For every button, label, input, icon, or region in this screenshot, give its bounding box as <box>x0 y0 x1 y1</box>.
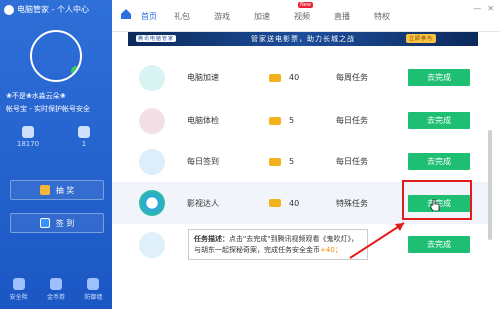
tab-label: 视频 <box>294 12 310 21</box>
task-type: 特殊任务 <box>336 198 368 208</box>
stat-coins[interactable]: 18170 <box>8 126 48 148</box>
checkup-icon <box>139 107 165 134</box>
window-title-text: 电脑管家 - 个人中心 <box>17 5 89 14</box>
coin-icon <box>269 157 281 166</box>
task-coins: 40 <box>289 73 300 82</box>
tooltip-label: 任务描述： <box>194 235 229 243</box>
task-row: 每日签到 5 每日任务 去完成 <box>112 141 488 182</box>
shield-icon <box>12 277 25 290</box>
task-type: 每周任务 <box>336 73 368 82</box>
tab-label: 游戏 <box>214 12 230 21</box>
top-bar: 首页 礼包 游戏 加速 New 视频 直播 特权 — ✕ <box>112 0 500 32</box>
task-row: 电脑加速 40 每周任务 去完成 <box>112 57 488 98</box>
gift-stat-icon <box>78 126 90 138</box>
sidebar: 电脑管家 - 个人中心 ❀不是❀水淼云朵❀ 帐号宝 - 实时保护帐号安全 181… <box>0 0 112 309</box>
signin-button[interactable]: 签 到 <box>10 213 104 233</box>
tab-label: 特权 <box>374 12 390 21</box>
tab-label: 直播 <box>334 12 350 21</box>
speedup-icon <box>139 64 165 91</box>
task-tooltip: 任务描述：点击"去完成"到腾讯视频观看《鬼吹灯》，与胡东一起探秘奇案，完成任务安… <box>188 229 368 260</box>
lottery-icon <box>39 185 50 195</box>
tab-label: 礼包 <box>174 12 190 21</box>
tab-privilege[interactable]: 特权 <box>362 11 402 22</box>
promo-banner[interactable]: 腾讯电脑管家 管家送电影票，助力长城之战 立即参与 <box>128 32 478 46</box>
lottery-label: 抽 奖 <box>55 185 75 195</box>
task-action-button[interactable]: 去完成 <box>408 69 470 86</box>
signin-icon <box>139 148 165 175</box>
nav-label: 安全险 <box>9 293 28 301</box>
username: ❀不是❀水淼云朵❀ <box>6 92 66 100</box>
app-window: 电脑管家 - 个人中心 ❀不是❀水淼云朵❀ 帐号宝 - 实时保护帐号安全 181… <box>0 0 500 309</box>
coin-icon <box>269 199 281 207</box>
coin-stat-icon <box>22 126 34 138</box>
tab-home[interactable]: 首页 <box>121 9 162 22</box>
task-action-button[interactable]: 去完成 <box>408 236 470 253</box>
app-logo-icon <box>4 4 14 15</box>
minimize-icon[interactable]: — <box>473 4 481 13</box>
nav-label: 防御墙 <box>84 293 103 301</box>
task-name: 电脑体检 <box>187 116 219 125</box>
task-name: 影视达人 <box>187 198 219 208</box>
lottery-button[interactable]: 抽 奖 <box>10 180 104 200</box>
banner-cta[interactable]: 立即参与 <box>405 34 436 43</box>
nav-coupon[interactable]: 金币券 <box>46 277 65 301</box>
task-type: 每日任务 <box>336 116 368 125</box>
tab-games[interactable]: 游戏 <box>202 11 242 22</box>
banner-text: 管家送电影票，助力长城之战 <box>251 35 355 43</box>
bottom-nav: 安全险 金币券 防御墙 <box>0 269 112 309</box>
tab-gifts[interactable]: 礼包 <box>162 11 202 22</box>
window-controls: — ✕ <box>473 4 494 13</box>
coupon-icon <box>49 277 62 290</box>
task-coins: 40 <box>289 198 300 208</box>
window-title: 电脑管家 - 个人中心 <box>4 4 89 15</box>
tab-bar: 首页 礼包 游戏 加速 New 视频 直播 特权 <box>121 2 402 22</box>
tab-live[interactable]: 直播 <box>322 11 362 22</box>
stat-value: 18170 <box>16 140 40 148</box>
banner-logo: 腾讯电脑管家 <box>136 35 177 42</box>
signin-check-icon <box>39 218 50 228</box>
tooltip-reward: +40； <box>320 246 342 254</box>
chat-icon <box>139 231 165 258</box>
nav-label: 金币券 <box>46 293 65 301</box>
verified-icon <box>71 66 80 76</box>
tab-label: 加速 <box>254 12 270 21</box>
new-badge: New <box>298 2 313 8</box>
hand-cursor-icon <box>430 199 440 211</box>
close-icon[interactable]: ✕ <box>487 4 494 13</box>
tab-video[interactable]: New 视频 <box>282 2 322 22</box>
task-row: 电脑体检 5 每日任务 去完成 <box>112 100 488 141</box>
stat-value: 1 <box>81 140 87 148</box>
firewall-icon <box>87 277 100 290</box>
task-action-button[interactable]: 去完成 <box>408 153 470 170</box>
home-icon <box>121 9 131 19</box>
task-name: 电脑加速 <box>187 73 219 82</box>
task-action-button[interactable]: 去完成 <box>408 112 470 129</box>
avatar[interactable] <box>30 30 82 82</box>
task-coins: 5 <box>289 116 295 125</box>
task-type: 每日任务 <box>336 157 368 166</box>
coin-icon <box>269 116 281 125</box>
stat-gifts[interactable]: 1 <box>64 126 104 148</box>
signin-label: 签 到 <box>55 218 75 228</box>
tab-label: 首页 <box>141 12 157 21</box>
task-coins: 5 <box>289 157 295 166</box>
nav-insurance[interactable]: 安全险 <box>9 277 28 301</box>
account-safe-link[interactable]: 帐号宝 - 实时保护帐号安全 <box>6 104 90 114</box>
task-name: 每日签到 <box>187 157 219 166</box>
coin-icon <box>269 73 281 82</box>
video-icon <box>139 190 165 216</box>
nav-firewall[interactable]: 防御墙 <box>84 277 103 301</box>
scrollbar[interactable] <box>488 130 492 240</box>
tab-speedup[interactable]: 加速 <box>242 11 282 22</box>
